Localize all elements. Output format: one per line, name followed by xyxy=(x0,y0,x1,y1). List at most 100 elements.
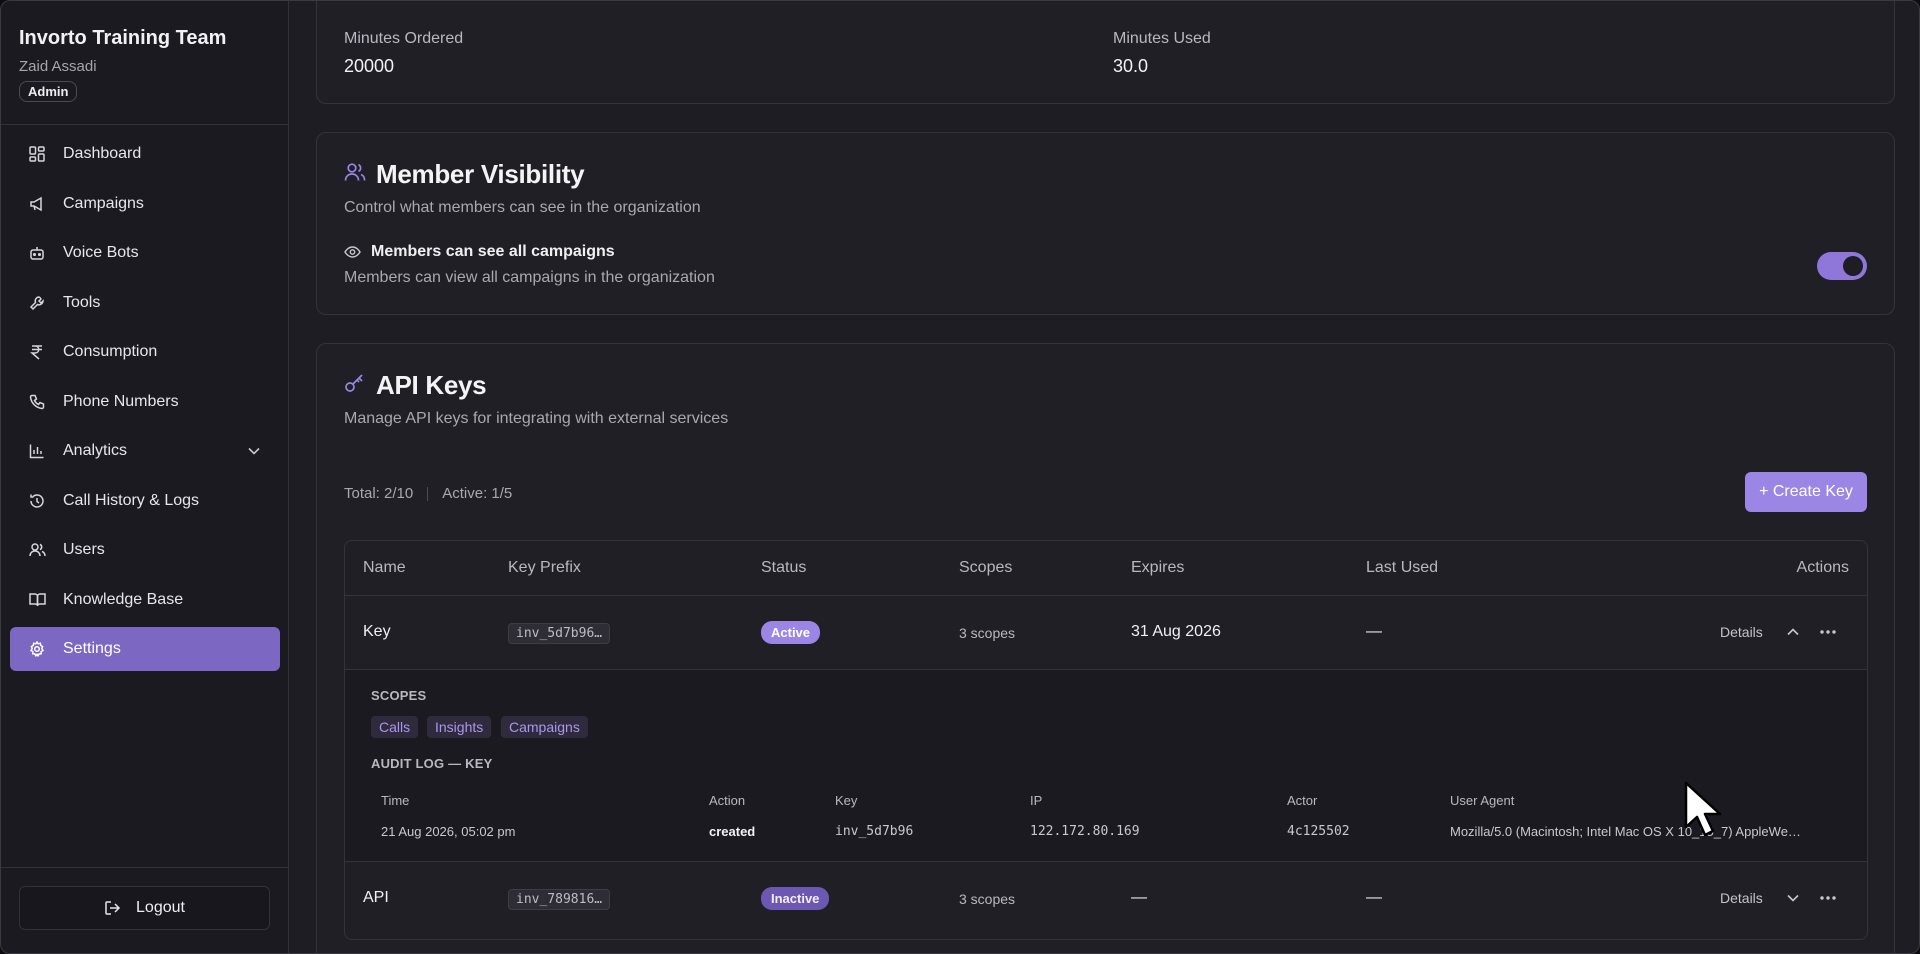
sidebar-item-call-history[interactable]: Call History & Logs xyxy=(10,479,280,523)
details-button[interactable]: Details xyxy=(1720,890,1763,906)
more-actions-icon[interactable] xyxy=(1820,896,1836,900)
sidebar-item-label: Voice Bots xyxy=(63,244,139,261)
table-row[interactable]: Key inv_5d7b96… Active 3 scopes 31 Aug 2… xyxy=(345,597,1867,669)
sidebar-item-label: Dashboard xyxy=(63,145,142,162)
more-actions-icon[interactable] xyxy=(1820,630,1836,634)
divider xyxy=(427,486,429,501)
member-visibility-title: Member Visibility xyxy=(376,159,585,189)
sidebar-item-label: Call History & Logs xyxy=(63,491,200,509)
expires-date: 31 Aug 2026 xyxy=(1131,623,1221,640)
key-icon xyxy=(344,373,366,398)
api-keys-counts: Total: 2/10 Active: 1/5 xyxy=(344,485,512,502)
sidebar-item-analytics[interactable]: Analytics xyxy=(10,429,280,473)
sidebar-item-voice-bots[interactable]: Voice Bots xyxy=(10,231,280,275)
api-keys-subtitle: Manage API keys for integrating with ext… xyxy=(344,410,729,427)
minutes-used-label: Minutes Used xyxy=(1113,30,1211,47)
sidebar-item-label: Campaigns xyxy=(63,194,144,212)
sidebar-item-label: Consumption xyxy=(63,343,158,360)
chevron-down-icon[interactable] xyxy=(248,442,260,460)
api-keys-title: API Keys xyxy=(376,370,487,400)
bot-icon xyxy=(28,244,46,262)
sidebar-item-settings[interactable]: Settings xyxy=(10,627,280,671)
history-icon xyxy=(28,492,46,510)
mouse-cursor-icon xyxy=(1684,781,1724,844)
scopes-count: 3 scopes xyxy=(959,891,1016,907)
api-keys-active: Active: 1/5 xyxy=(442,485,513,502)
dashboard-icon xyxy=(28,145,46,163)
eye-icon xyxy=(344,246,361,258)
scopes-count: 3 scopes xyxy=(959,625,1016,641)
sidebar-item-users[interactable]: Users xyxy=(10,528,280,572)
audit-action: created xyxy=(709,824,756,839)
table-header: Name Key Prefix Status Scopes Expires La… xyxy=(345,541,1867,596)
minutes-ordered-value: 20000 xyxy=(344,56,395,76)
org-header: Invorto Training Team Zaid Assadi Admin xyxy=(19,27,226,102)
audit-log-label: AUDIT LOG — KEY xyxy=(371,756,493,771)
audit-header-key: Key xyxy=(835,793,858,808)
key-details-panel: SCOPES Calls Insights Campaigns AUDIT LO… xyxy=(345,669,1867,862)
members-see-campaigns-toggle[interactable] xyxy=(1817,252,1867,280)
sidebar-item-label: Users xyxy=(63,541,105,558)
audit-header-user-agent: User Agent xyxy=(1450,793,1515,808)
audit-header-actor: Actor xyxy=(1287,793,1318,808)
minutes-ordered-label: Minutes Ordered xyxy=(344,30,464,47)
sidebar-item-knowledge-base[interactable]: Knowledge Base xyxy=(10,578,280,622)
last-used: — xyxy=(1366,623,1382,640)
sidebar-item-label: Settings xyxy=(63,640,121,657)
key-prefix: inv_5d7b96… xyxy=(508,623,611,644)
member-visibility-header: Member Visibility xyxy=(344,159,585,190)
status-badge: Inactive xyxy=(761,887,830,910)
phone-icon xyxy=(28,393,46,411)
details-button[interactable]: Details xyxy=(1720,624,1763,640)
key-name: Key xyxy=(363,623,391,640)
column-header-expires: Expires xyxy=(1131,559,1185,576)
logout-button[interactable]: Logout xyxy=(19,886,270,930)
sidebar-item-tools[interactable]: Tools xyxy=(10,281,280,325)
chevron-down-icon[interactable] xyxy=(1787,894,1799,902)
sidebar-item-campaigns[interactable]: Campaigns xyxy=(10,182,280,226)
column-header-status: Status xyxy=(761,559,807,576)
column-header-key-prefix: Key Prefix xyxy=(508,559,581,576)
audit-header-action: Action xyxy=(709,793,746,808)
api-keys-header: API Keys xyxy=(344,370,487,401)
megaphone-icon xyxy=(28,195,46,213)
sidebar-item-phone-numbers[interactable]: Phone Numbers xyxy=(10,380,280,424)
toggle-knob xyxy=(1843,256,1863,276)
users-icon xyxy=(344,162,366,187)
visibility-setting-desc: Members can view all campaigns in the or… xyxy=(344,269,715,286)
audit-header-time: Time xyxy=(381,793,410,808)
audit-ip: 122.172.80.169 xyxy=(1030,824,1140,839)
api-keys-total: Total: 2/10 xyxy=(344,485,414,502)
key-name: API xyxy=(363,889,389,906)
minutes-ordered-stat: Minutes Ordered 20000 xyxy=(344,30,463,77)
logout-icon xyxy=(104,900,122,916)
member-visibility-subtitle: Control what members can see in the orga… xyxy=(344,199,701,216)
org-name: Invorto Training Team xyxy=(19,27,227,49)
key-prefix: inv_789816… xyxy=(508,889,611,910)
last-used: — xyxy=(1366,889,1382,906)
wrench-icon xyxy=(28,294,46,312)
column-header-name: Name xyxy=(363,559,406,576)
scope-chip: Insights xyxy=(427,716,492,738)
sidebar-divider xyxy=(1,124,289,125)
visibility-setting-title: Members can see all campaigns xyxy=(344,243,615,261)
minutes-used-stat: Minutes Used 30.0 xyxy=(1113,30,1211,77)
scope-chip: Campaigns xyxy=(501,716,588,738)
logout-label: Logout xyxy=(136,899,185,916)
sidebar-item-dashboard[interactable]: Dashboard xyxy=(10,132,280,176)
main-content: Minutes Ordered 20000 Minutes Used 30.0 … xyxy=(290,1,1919,953)
api-keys-card: API Keys Manage API keys for integrating… xyxy=(316,343,1895,953)
create-key-button[interactable]: + Create Key xyxy=(1745,472,1867,512)
bar-chart-icon xyxy=(28,442,46,460)
scope-chip: Calls xyxy=(371,716,419,738)
table-row[interactable]: API inv_789816… Inactive 3 scopes — — De… xyxy=(345,863,1867,935)
user-name: Zaid Assadi xyxy=(19,58,97,75)
sidebar-item-consumption[interactable]: Consumption xyxy=(10,330,280,374)
visibility-setting-label: Members can see all campaigns xyxy=(371,243,615,260)
chevron-up-icon[interactable] xyxy=(1787,628,1799,636)
users-icon xyxy=(28,541,46,559)
sidebar-divider xyxy=(1,867,289,868)
sidebar-item-label: Phone Numbers xyxy=(63,392,179,410)
member-visibility-card: Member Visibility Control what members c… xyxy=(316,132,1895,315)
sidebar-item-label: Tools xyxy=(63,293,101,311)
